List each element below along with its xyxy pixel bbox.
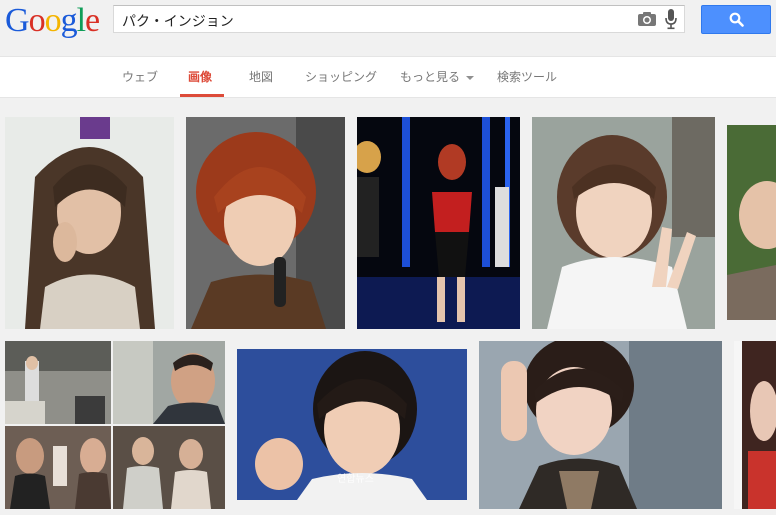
google-logo[interactable]: Google [5,2,100,40]
image-result-4[interactable] [532,117,715,329]
active-tab-indicator [180,94,224,97]
search-button[interactable] [701,5,771,34]
image-result-8[interactable] [5,426,111,509]
logo-letter: o [28,2,46,39]
camera-icon[interactable] [637,10,657,28]
logo-letter: o [44,2,62,39]
tab-images[interactable]: 画像 [188,68,212,85]
tab-web[interactable]: ウェブ [122,68,158,85]
tab-search-tools[interactable]: 検索ツール [497,68,557,85]
tab-more[interactable]: もっと見る [400,68,475,85]
magnifier-icon [729,12,744,27]
search-tabs: ウェブ 画像 地図 ショッピング もっと見る 検索ツール [0,56,776,98]
logo-letter: G [5,2,30,39]
image-result-3[interactable] [357,117,520,329]
image-result-11[interactable] [479,341,722,509]
header: Google パク・インジョン [0,0,776,56]
image-result-2[interactable] [186,117,345,329]
image-result-7[interactable] [113,341,225,424]
search-input[interactable]: パク・インジョン [113,5,685,33]
image-result-6[interactable] [5,341,111,424]
image-result-1[interactable] [5,117,174,329]
image-result-12[interactable] [734,341,776,509]
logo-letter: g [60,2,78,39]
watermark-text: 연합뉴스 [337,474,374,485]
image-result-9[interactable] [113,426,225,509]
image-result-5[interactable] [727,125,776,320]
tab-maps[interactable]: 地図 [249,68,273,85]
chevron-down-icon [466,75,475,80]
logo-letter: e [85,2,100,39]
tab-shopping[interactable]: ショッピング [305,68,377,85]
search-query-text: パク・インジョン [122,14,234,30]
tab-more-label: もっと見る [400,70,461,84]
logo-letter: l [76,2,87,39]
microphone-icon[interactable] [664,8,678,30]
image-result-10[interactable]: 연합뉴스 [237,349,467,500]
